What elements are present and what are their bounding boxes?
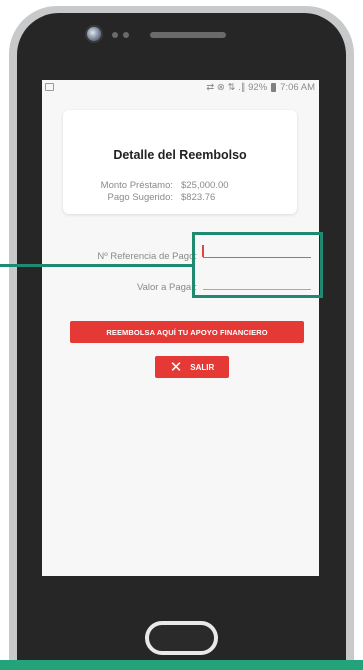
phone-screen: ⇄ ⊗ ⇅ .∥ 92% 7:06 AM Detalle del Reembol…	[42, 80, 319, 576]
close-icon: ✕	[169, 358, 183, 376]
earpiece-speaker	[150, 32, 226, 38]
amount-to-pay-label: Valor a Pagar:	[136, 282, 197, 293]
sensor-dot-icon	[123, 32, 129, 38]
input-highlight-box	[192, 232, 323, 298]
status-icons: ⇄ ⊗ ⇅ .∥ 92% 7:06 AM	[206, 82, 315, 93]
status-bar: ⇄ ⊗ ⇅ .∥ 92% 7:06 AM	[42, 80, 319, 96]
storage-icon	[45, 83, 54, 91]
loan-amount-label: Monto Préstamo:	[100, 180, 173, 191]
loan-amount-value: $25,000.00	[181, 180, 229, 191]
status-time: 7:06 AM	[280, 82, 315, 93]
bottom-accent-band	[0, 660, 363, 670]
status-indicators: ⇄ ⊗ ⇅ .∥ 92%	[206, 82, 268, 93]
exit-button[interactable]: ✕ SALIR	[155, 356, 229, 378]
suggested-payment-value: $823.76	[181, 192, 216, 203]
exit-button-label: SALIR	[190, 362, 215, 372]
reimbursement-detail-card: Detalle del Reembolso Monto Préstamo: $2…	[63, 110, 297, 214]
battery-icon	[271, 83, 277, 92]
detail-title: Detalle del Reembolso	[113, 148, 247, 162]
payment-reference-label: Nº Referencia de Pago:	[97, 251, 197, 262]
sensor-dot-icon	[112, 32, 118, 38]
suggested-payment-label: Pago Sugerido:	[107, 192, 174, 203]
front-camera-icon	[87, 27, 101, 41]
home-button[interactable]	[145, 621, 218, 655]
reimburse-button[interactable]: REEMBOLSA AQUÍ TU APOYO FINANCIERO	[70, 321, 304, 343]
screenshot-stage: ⇄ ⊗ ⇅ .∥ 92% 7:06 AM Detalle del Reembol…	[0, 0, 363, 670]
callout-connector-line	[0, 264, 192, 267]
